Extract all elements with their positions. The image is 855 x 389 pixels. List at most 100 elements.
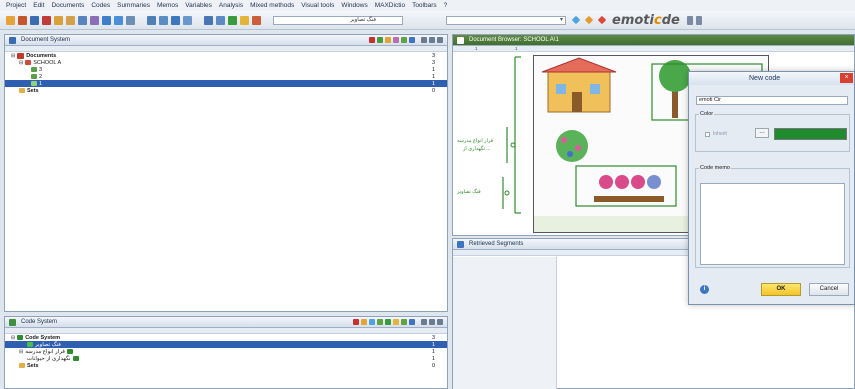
code-label: نگهداری از حیوانات xyxy=(27,355,71,362)
menu-visual-tools[interactable]: Visual tools xyxy=(301,2,334,9)
menu-project[interactable]: Project xyxy=(6,2,26,9)
menu-analysis[interactable]: Analysis xyxy=(219,2,243,9)
document-count: 1 xyxy=(431,73,435,80)
emoticode-logo: emoticde xyxy=(612,12,680,28)
color-picker-button[interactable]: … xyxy=(755,128,769,138)
edit-icon[interactable] xyxy=(54,15,63,25)
sets-folder-icon xyxy=(19,88,25,93)
tree-row-doc-2[interactable]: 2 1 xyxy=(5,73,447,80)
person-icon[interactable] xyxy=(686,15,693,25)
activate-icon[interactable] xyxy=(377,37,383,43)
cancel-button[interactable]: Cancel xyxy=(809,283,849,296)
code-label-animals[interactable]: نگهداری از ... xyxy=(463,146,491,152)
diamond-red-icon[interactable] xyxy=(597,15,607,25)
drawing-child xyxy=(615,175,629,189)
memo-icon[interactable] xyxy=(240,15,249,25)
menu-maxdictio[interactable]: MAXDictio xyxy=(375,2,405,9)
collapse-icon[interactable]: ⊟ xyxy=(11,53,15,59)
close-red-icon[interactable] xyxy=(353,319,359,325)
menu-documents[interactable]: Documents xyxy=(51,2,84,9)
grid-icon[interactable] xyxy=(114,15,123,25)
code-icon[interactable] xyxy=(228,15,237,25)
menu-edit[interactable]: Edit xyxy=(33,2,44,9)
maximize-icon[interactable] xyxy=(429,37,435,43)
menu-windows[interactable]: Windows xyxy=(341,2,367,9)
person-add-icon[interactable] xyxy=(695,15,702,25)
collapse-icon[interactable]: ⊟ xyxy=(11,335,15,341)
code-count: 1 xyxy=(431,341,435,348)
ok-button[interactable]: OK xyxy=(761,283,801,296)
code-row[interactable]: نگهداری از حیوانات 1 xyxy=(5,355,447,362)
retrieve-icon[interactable] xyxy=(90,15,99,25)
tree-row-doc-3[interactable]: 3 1 xyxy=(5,66,447,73)
filter-icon[interactable] xyxy=(401,319,407,325)
menu-summaries[interactable]: Summaries xyxy=(117,2,150,9)
retrieved-segments-sidebar xyxy=(453,257,557,389)
maximize-icon[interactable] xyxy=(429,319,435,325)
tree-row-sets[interactable]: Sets 0 xyxy=(5,87,447,94)
document-count: 1 xyxy=(431,66,435,73)
layout-icon[interactable] xyxy=(204,15,213,25)
close-red-icon[interactable] xyxy=(369,37,375,43)
memo-icon[interactable] xyxy=(393,319,399,325)
folder-icon[interactable] xyxy=(6,15,15,25)
document-system-icon xyxy=(9,36,16,44)
delete-icon[interactable] xyxy=(42,15,51,25)
tag-icon[interactable] xyxy=(377,319,383,325)
save-icon[interactable] xyxy=(30,15,39,25)
close-icon[interactable] xyxy=(437,319,443,325)
menu-help[interactable]: ? xyxy=(444,2,448,9)
menu-variables[interactable]: Variables xyxy=(185,2,212,9)
code-row-selected[interactable]: فنگ تصاویر 1 xyxy=(5,341,447,348)
pin-icon[interactable] xyxy=(421,319,427,325)
document-icon[interactable] xyxy=(66,15,75,25)
code-name-field[interactable]: emoti Cir xyxy=(696,96,848,105)
drawing-tree-crown xyxy=(659,60,691,92)
ruler-mark: 1 xyxy=(475,46,478,51)
diamond-blue-icon[interactable] xyxy=(571,15,581,25)
matrix-icon[interactable] xyxy=(102,15,111,25)
menu-toolbars[interactable]: Toolbars xyxy=(412,2,437,9)
menu-codes[interactable]: Codes xyxy=(91,2,110,9)
code-label-school[interactable]: قرار انواع مدرسه xyxy=(457,138,493,144)
color-icon[interactable] xyxy=(393,37,399,43)
tree-row-documents[interactable]: ⊟ Documents 3 xyxy=(5,52,447,59)
search-icon[interactable] xyxy=(409,319,415,325)
code-row-sets[interactable]: Sets 0 xyxy=(5,362,447,369)
tree-row-school-a[interactable]: ⊟ SCHOOL A 3 xyxy=(5,59,447,66)
chart-icon[interactable] xyxy=(147,15,156,25)
tree-row-doc-1[interactable]: 1 1 xyxy=(5,80,447,87)
pin-icon[interactable] xyxy=(421,37,427,43)
code-icon[interactable] xyxy=(385,319,391,325)
collapse-icon[interactable]: ⊟ xyxy=(19,60,23,66)
filter-icon[interactable] xyxy=(401,37,407,43)
list-icon[interactable] xyxy=(159,15,168,25)
diamond-orange-icon[interactable] xyxy=(584,15,594,25)
table-icon[interactable] xyxy=(126,15,135,25)
code-memo-textarea[interactable] xyxy=(700,183,845,265)
folder-icon[interactable] xyxy=(385,37,391,43)
collapse-icon[interactable]: ⊟ xyxy=(19,349,23,355)
menu-memos[interactable]: Memos xyxy=(157,2,178,9)
inherit-checkbox[interactable] xyxy=(705,132,710,137)
search-icon[interactable] xyxy=(409,37,415,43)
dialog-close-button[interactable]: × xyxy=(840,73,853,83)
code-row[interactable]: ⊟ قرار انواع مدرسه 1 xyxy=(5,348,447,355)
open-project-icon[interactable] xyxy=(18,15,27,25)
window-icon[interactable] xyxy=(216,15,225,25)
color-icon[interactable] xyxy=(369,319,375,325)
code-label-colors[interactable]: فنگ تصاویر xyxy=(457,189,481,195)
search-icon[interactable] xyxy=(78,15,87,25)
close-icon[interactable] xyxy=(437,37,443,43)
code-select[interactable]: فنگ تصاویر xyxy=(273,15,403,25)
help-icon[interactable]: i xyxy=(700,285,709,294)
color-swatch[interactable] xyxy=(774,128,847,140)
code-row-root[interactable]: ⊟ Code System 3 xyxy=(5,334,447,341)
link-icon[interactable] xyxy=(252,15,261,25)
document-group-count: 3 xyxy=(431,59,435,66)
activate-icon[interactable] xyxy=(361,319,367,325)
stats-icon[interactable] xyxy=(183,15,192,25)
bar-chart-icon[interactable] xyxy=(171,15,180,25)
code-filter-select[interactable] xyxy=(446,15,566,25)
menu-mixed-methods[interactable]: Mixed methods xyxy=(250,2,294,9)
